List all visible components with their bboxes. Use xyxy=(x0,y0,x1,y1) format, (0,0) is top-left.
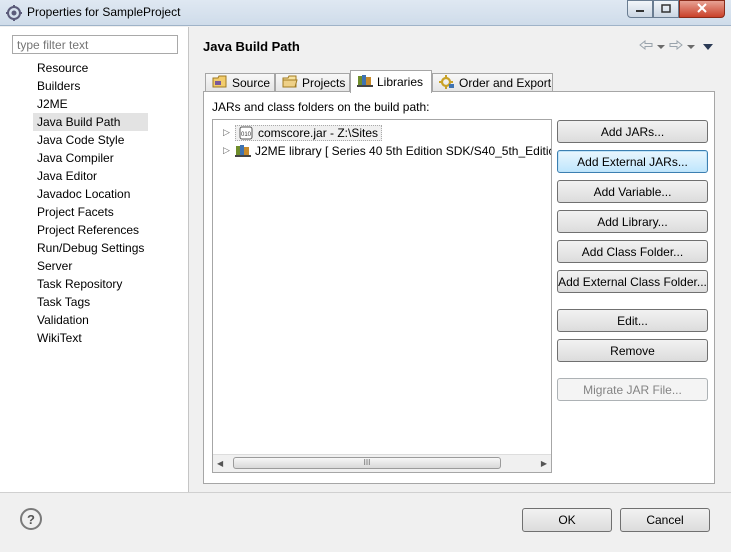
back-dropdown-icon[interactable] xyxy=(657,39,665,53)
sidebar-item-builders[interactable]: Builders xyxy=(33,77,148,95)
minimize-icon xyxy=(635,2,645,16)
title-bar: Properties for SampleProject xyxy=(0,0,731,26)
ok-button[interactable]: OK xyxy=(522,508,612,532)
projects-folder-icon xyxy=(282,75,298,91)
library-entry-comscore[interactable]: ▷ 010 comscore.jar - Z:\Sites xyxy=(223,124,383,141)
tab-source[interactable]: Source xyxy=(205,73,275,92)
sidebar-item-java-compiler[interactable]: Java Compiler xyxy=(33,149,148,167)
add-variable-button[interactable]: Add Variable... xyxy=(557,180,708,203)
add-jars-button[interactable]: Add JARs... xyxy=(557,120,708,143)
back-arrow-icon[interactable] xyxy=(639,39,653,53)
jar-icon: 010 xyxy=(238,126,254,140)
sidebar-item-project-facets[interactable]: Project Facets xyxy=(33,203,148,221)
cancel-button[interactable]: Cancel xyxy=(620,508,710,532)
svg-text:010: 010 xyxy=(241,132,252,138)
libraries-icon xyxy=(357,74,373,90)
order-export-icon xyxy=(439,74,455,92)
libraries-label: JARs and class folders on the build path… xyxy=(212,100,430,114)
scrollbar-thumb[interactable]: III xyxy=(233,457,501,469)
sidebar-item-run-debug-settings[interactable]: Run/Debug Settings xyxy=(33,239,148,257)
edit-button[interactable]: Edit... xyxy=(557,309,708,332)
page-title: Java Build Path xyxy=(203,39,300,54)
history-navigation xyxy=(639,39,713,53)
sidebar-item-j2me[interactable]: J2ME xyxy=(33,95,148,113)
sidebar-item-wikitext[interactable]: WikiText xyxy=(33,329,148,347)
sidebar-item-javadoc-location[interactable]: Javadoc Location xyxy=(33,185,148,203)
add-external-jars-button[interactable]: Add External JARs... xyxy=(557,150,708,173)
library-tree[interactable]: ▷ 010 comscore.jar - Z:\Sites ▷ J2ME lib… xyxy=(212,119,552,473)
tab-order-and-export-label: Order and Export xyxy=(459,76,552,90)
migrate-jar-file-button: Migrate JAR File... xyxy=(557,378,708,401)
forward-dropdown-icon[interactable] xyxy=(687,39,695,53)
sidebar-item-project-references[interactable]: Project References xyxy=(33,221,148,239)
sidebar-item-task-tags[interactable]: Task Tags xyxy=(33,293,148,311)
add-library-button[interactable]: Add Library... xyxy=(557,210,708,233)
main-content: Java Build Path Source Projects Librarie… xyxy=(190,27,731,492)
maximize-button[interactable] xyxy=(653,0,679,18)
view-menu-icon[interactable] xyxy=(703,39,713,53)
source-folder-icon xyxy=(212,75,228,91)
add-external-class-folder-button[interactable]: Add External Class Folder... xyxy=(557,270,708,293)
tab-projects[interactable]: Projects xyxy=(275,73,350,92)
maximize-icon xyxy=(661,2,671,16)
filter-input[interactable] xyxy=(12,35,178,54)
tab-projects-label: Projects xyxy=(302,76,346,90)
sidebar-item-java-build-path[interactable]: Java Build Path xyxy=(33,113,149,131)
scroll-right-icon[interactable]: ▶ xyxy=(541,459,547,468)
eclipse-properties-icon xyxy=(6,5,22,21)
scroll-left-icon[interactable]: ◀ xyxy=(217,459,223,468)
window-title: Properties for SampleProject xyxy=(27,5,181,19)
expand-arrow-icon[interactable]: ▷ xyxy=(223,145,231,156)
library-icon xyxy=(235,144,251,158)
sidebar-item-validation[interactable]: Validation xyxy=(33,311,148,329)
library-entry-j2me[interactable]: ▷ J2ME library [ Series 40 5th Edition S… xyxy=(223,142,552,159)
sidebar-item-resource[interactable]: Resource xyxy=(33,59,148,77)
libraries-panel: JARs and class folders on the build path… xyxy=(203,91,715,484)
sidebar-item-java-code-style[interactable]: Java Code Style xyxy=(33,131,148,149)
library-entry-label: J2ME library [ Series 40 5th Edition SDK… xyxy=(255,143,552,158)
tab-libraries-label: Libraries xyxy=(377,75,424,89)
sidebar-item-server[interactable]: Server xyxy=(33,257,148,275)
minimize-button[interactable] xyxy=(627,0,653,18)
sidebar-item-java-editor[interactable]: Java Editor xyxy=(33,167,148,185)
tab-order-and-export[interactable]: Order and Export xyxy=(432,73,553,92)
help-icon[interactable]: ? xyxy=(20,508,42,530)
property-page-list: Resource Builders J2ME Java Build Path Java … xyxy=(33,59,149,347)
tab-libraries[interactable]: Libraries xyxy=(350,70,432,93)
scrollbar-grip: III xyxy=(363,458,371,467)
property-pages-sidebar: ResourceBuildersJ2MEJava Build PathJava … xyxy=(0,27,189,492)
sidebar-item-task-repository[interactable]: Task Repository xyxy=(33,275,148,293)
horizontal-scrollbar[interactable]: ◀ III ▶ xyxy=(213,454,551,472)
library-entry-label: comscore.jar - Z:\Sites xyxy=(258,125,379,140)
expand-arrow-icon[interactable]: ▷ xyxy=(223,127,231,138)
close-icon xyxy=(696,2,708,16)
forward-arrow-icon[interactable] xyxy=(669,39,683,53)
tab-source-label: Source xyxy=(232,76,271,90)
add-class-folder-button[interactable]: Add Class Folder... xyxy=(557,240,708,263)
dialog-footer: ? OK Cancel xyxy=(0,492,731,552)
remove-button[interactable]: Remove xyxy=(557,339,708,362)
close-button[interactable] xyxy=(679,0,725,18)
